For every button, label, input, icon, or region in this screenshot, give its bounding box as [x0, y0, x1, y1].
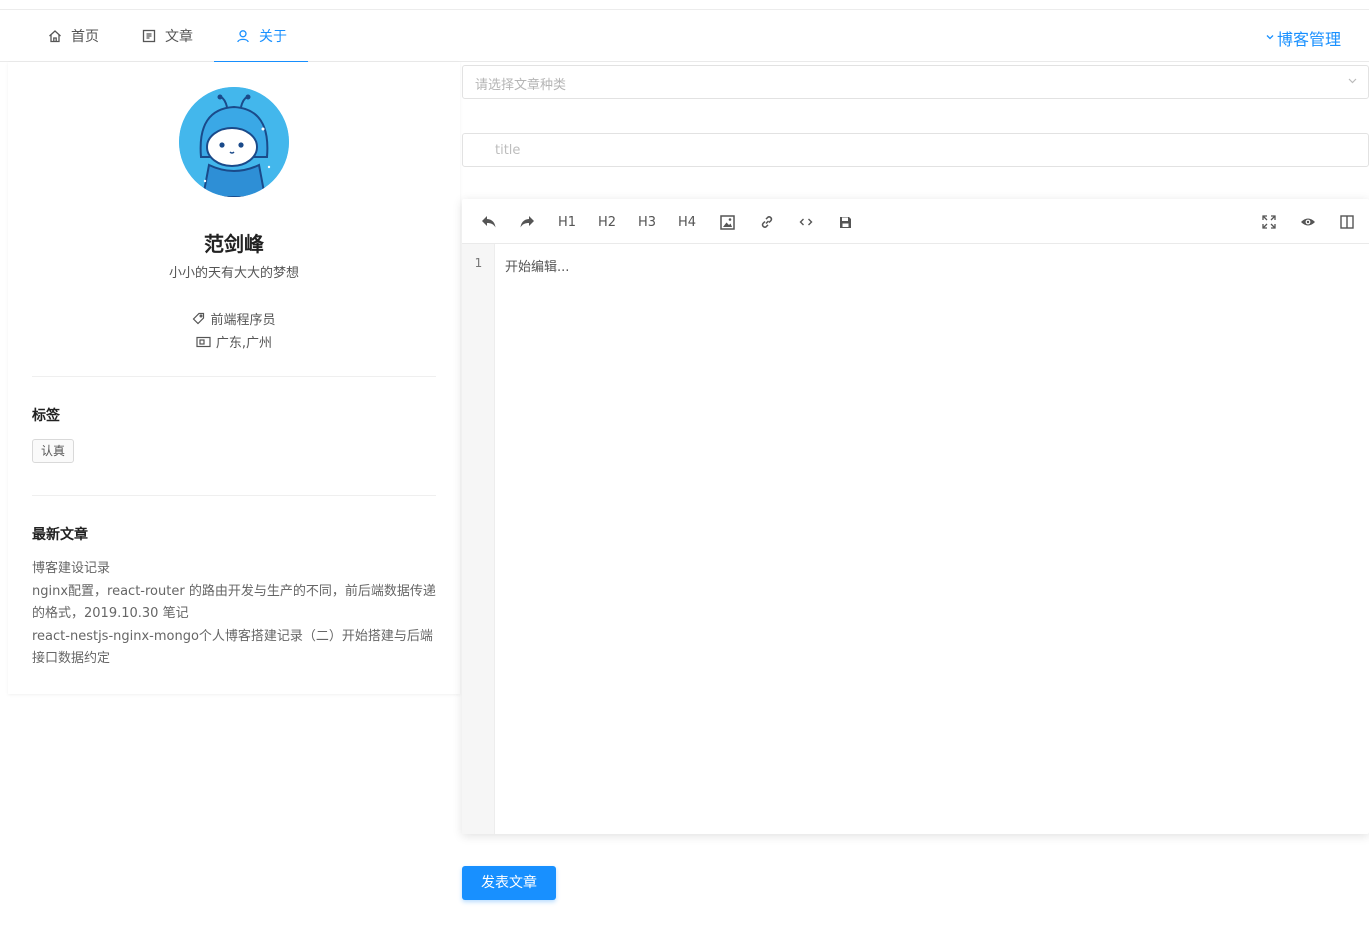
- undo-icon[interactable]: [478, 211, 500, 233]
- preview-eye-icon[interactable]: [1297, 211, 1319, 233]
- nav-item-home[interactable]: 首页: [26, 10, 120, 62]
- profile-job-label: 前端程序员: [210, 313, 276, 328]
- publish-button[interactable]: 发表文章: [462, 866, 556, 900]
- editor-textarea[interactable]: 开始编辑...: [495, 244, 1369, 834]
- image-icon[interactable]: [716, 211, 738, 233]
- nav-item-articles[interactable]: 文章: [120, 10, 214, 62]
- title-input[interactable]: [462, 133, 1369, 167]
- profile-job: 前端程序员: [8, 309, 460, 328]
- link-icon[interactable]: [756, 211, 778, 233]
- blog-admin-menu[interactable]: 博客管理: [1265, 26, 1341, 50]
- category-select[interactable]: 请选择文章种类: [462, 65, 1369, 99]
- article-link[interactable]: react-nestjs-nginx-mongo个人博客搭建记录（二）开始搭建与…: [32, 626, 436, 671]
- user-icon: [235, 28, 251, 44]
- nav-item-about-label: 关于: [259, 29, 287, 45]
- heading4-button[interactable]: H4: [674, 211, 700, 233]
- article-link[interactable]: nginx配置，react-router 的路由开发与生产的不同，前后端数据传递…: [32, 581, 436, 626]
- nav-item-home-label: 首页: [71, 29, 99, 45]
- profile-location: 广东,广州: [8, 332, 460, 351]
- markdown-editor: H1 H2 H3 H4 1 开始编辑...: [462, 199, 1369, 834]
- tags-section-title: 标签: [32, 408, 60, 424]
- avatar: [179, 87, 289, 197]
- divider: [32, 376, 436, 377]
- article-icon: [141, 28, 157, 44]
- fullscreen-icon[interactable]: [1258, 211, 1280, 233]
- heading3-button[interactable]: H3: [634, 211, 660, 233]
- heading2-button[interactable]: H2: [594, 211, 620, 233]
- nav-item-about[interactable]: 关于: [214, 10, 308, 63]
- profile-name: 范剑峰: [204, 232, 264, 256]
- id-card-icon: [196, 336, 211, 348]
- redo-icon[interactable]: [516, 211, 538, 233]
- chevron-down-icon: [1347, 75, 1358, 89]
- profile-motto: 小小的天有大大的梦想: [168, 266, 299, 281]
- split-view-icon[interactable]: [1336, 211, 1358, 233]
- latest-articles-title: 最新文章: [32, 527, 88, 543]
- save-icon[interactable]: [834, 211, 856, 233]
- profile-location-label: 广东,广州: [215, 336, 273, 351]
- main-nav: 首页 文章 关于: [26, 10, 308, 63]
- profile-sidebar: 范剑峰 小小的天有大大的梦想 前端程序员 广东,广州 标签 认真 最新文章 博客…: [8, 62, 460, 694]
- tag-icon: [192, 312, 205, 325]
- blog-admin-label: 博客管理: [1276, 30, 1341, 49]
- divider: [32, 495, 436, 496]
- nav-item-articles-label: 文章: [165, 29, 193, 45]
- chevron-down-icon: [1265, 32, 1275, 45]
- tag-item[interactable]: 认真: [32, 439, 75, 463]
- line-number: 1: [474, 256, 483, 270]
- top-header: 首页 文章 关于 博客管理: [0, 10, 1369, 63]
- editor-toolbar: H1 H2 H3 H4: [462, 199, 1369, 244]
- line-number-gutter: 1: [462, 244, 495, 834]
- category-select-placeholder: 请选择文章种类: [475, 78, 567, 93]
- code-icon[interactable]: [795, 211, 817, 233]
- article-link[interactable]: 博客建设记录: [32, 558, 436, 581]
- editor-placeholder: 开始编辑...: [505, 260, 570, 275]
- home-icon: [47, 28, 63, 44]
- heading1-button[interactable]: H1: [554, 211, 580, 233]
- latest-articles-list: 博客建设记录 nginx配置，react-router 的路由开发与生产的不同，…: [32, 558, 436, 671]
